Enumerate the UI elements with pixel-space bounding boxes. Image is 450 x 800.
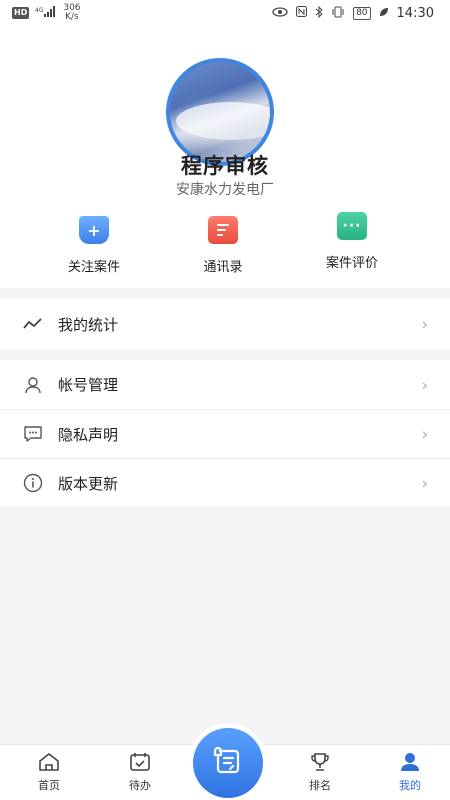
user-icon bbox=[22, 374, 44, 396]
person-icon bbox=[380, 751, 440, 773]
quick-actions: + 关注案件 通讯录 ··· 案件评价 bbox=[0, 212, 450, 282]
status-bar: HD 4G 306 K/s 80 14:30 bbox=[0, 0, 450, 26]
network-speed-unit: K/s bbox=[65, 12, 79, 22]
nfc-icon bbox=[296, 6, 308, 20]
avatar-image bbox=[176, 102, 270, 140]
settings-section: 帐号管理 › 隐私声明 › 版本更新 › bbox=[0, 360, 450, 506]
vibrate-icon bbox=[331, 6, 345, 21]
trophy-icon bbox=[290, 751, 350, 773]
chat-dots-icon: ··· bbox=[337, 212, 367, 240]
center-action-button[interactable] bbox=[193, 728, 263, 798]
leaf-icon bbox=[379, 6, 389, 20]
contacts-book-icon bbox=[204, 216, 238, 245]
network-speed: 306 K/s bbox=[63, 4, 80, 22]
stats-section: 我的统计 › bbox=[0, 298, 450, 350]
tab-mine-label: 我的 bbox=[399, 779, 421, 792]
chevron-right-icon: › bbox=[421, 473, 428, 493]
chevron-right-icon: › bbox=[421, 375, 428, 394]
tab-todo[interactable]: 待办 bbox=[110, 751, 170, 793]
tab-ranking-label: 排名 bbox=[309, 779, 331, 792]
case-rating-button[interactable]: ··· 案件评价 bbox=[297, 212, 407, 271]
trend-line-icon bbox=[22, 313, 44, 335]
battery-level: 80 bbox=[353, 6, 371, 20]
followed-cases-button[interactable]: + 关注案件 bbox=[39, 216, 149, 275]
network-label: 4G bbox=[35, 7, 44, 14]
menu-item-label: 隐私声明 bbox=[58, 425, 119, 444]
bluetooth-icon bbox=[315, 5, 323, 21]
home-icon bbox=[19, 751, 79, 773]
tab-home[interactable]: 首页 bbox=[19, 751, 79, 793]
message-icon bbox=[22, 423, 44, 445]
tab-ranking[interactable]: 排名 bbox=[290, 751, 350, 793]
menu-item-privacy[interactable]: 隐私声明 › bbox=[0, 409, 450, 458]
menu-item-version-update[interactable]: 版本更新 › bbox=[0, 458, 450, 507]
chevron-right-icon: › bbox=[421, 314, 428, 334]
menu-item-account[interactable]: 帐号管理 › bbox=[0, 360, 450, 409]
case-rating-label: 案件评价 bbox=[325, 256, 378, 271]
followed-cases-label: 关注案件 bbox=[67, 260, 120, 275]
contacts-label: 通讯录 bbox=[203, 260, 243, 275]
menu-item-my-stats[interactable]: 我的统计 › bbox=[0, 298, 450, 350]
eye-icon bbox=[272, 6, 288, 20]
profile-name: 程序审核 bbox=[181, 154, 269, 178]
profile-organization: 安康水力发电厂 bbox=[176, 182, 274, 198]
calendar-check-icon bbox=[110, 751, 170, 773]
menu-item-label: 我的统计 bbox=[58, 315, 119, 334]
hd-badge: HD bbox=[12, 7, 30, 19]
info-icon bbox=[22, 472, 44, 494]
tab-todo-label: 待办 bbox=[129, 779, 151, 792]
bookmark-plus-icon: + bbox=[79, 216, 109, 244]
tab-home-label: 首页 bbox=[38, 779, 60, 792]
clock: 14:30 bbox=[396, 5, 434, 21]
tab-mine[interactable]: 我的 bbox=[380, 751, 440, 793]
signal-icon: 4G bbox=[35, 5, 57, 21]
contacts-button[interactable]: 通讯录 bbox=[168, 216, 278, 275]
menu-item-label: 帐号管理 bbox=[58, 376, 119, 394]
profile-header: 程序审核 安康水力发电厂 + 关注案件 通讯录 ··· 案件评价 bbox=[0, 26, 450, 288]
scroll-document-icon bbox=[211, 744, 245, 782]
chevron-right-icon: › bbox=[421, 424, 428, 444]
menu-item-label: 版本更新 bbox=[58, 474, 119, 493]
